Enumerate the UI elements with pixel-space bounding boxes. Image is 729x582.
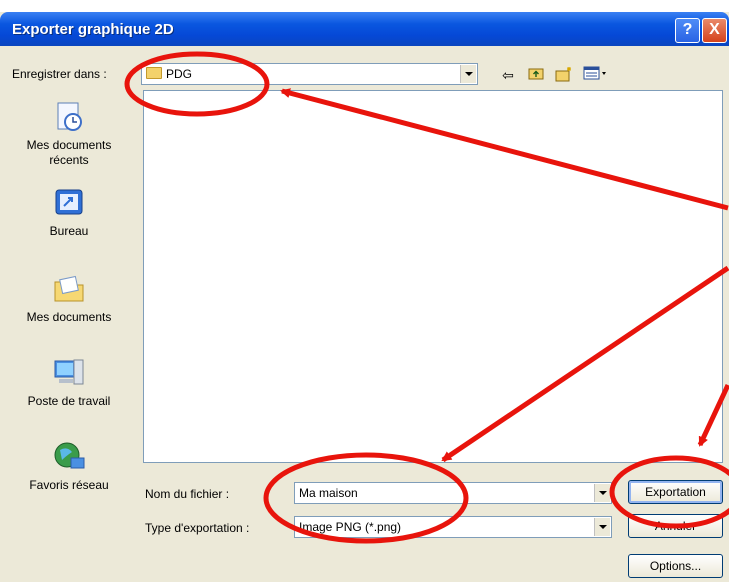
- place-recent-documents[interactable]: Mes documents récents: [14, 100, 124, 168]
- desktop-icon: [52, 186, 86, 220]
- title-bar[interactable]: Exporter graphique 2D ? X: [0, 12, 729, 46]
- place-my-computer[interactable]: Poste de travail: [14, 356, 124, 409]
- export-type-value: Image PNG (*.png): [299, 520, 402, 534]
- help-button[interactable]: ?: [675, 18, 700, 43]
- places-bar: Mes documents récents Bureau Mes documen…: [14, 90, 134, 510]
- chevron-down-icon[interactable]: [594, 518, 610, 536]
- place-label: Mes documents: [26, 310, 112, 324]
- save-in-label: Enregistrer dans :: [12, 67, 107, 81]
- filename-value: Ma maison: [299, 486, 358, 500]
- view-menu-icon[interactable]: [582, 66, 610, 84]
- up-folder-icon[interactable]: [526, 66, 546, 84]
- export-type-label: Type d'exportation :: [145, 521, 250, 535]
- my-documents-icon: [52, 272, 86, 306]
- close-button[interactable]: X: [702, 18, 727, 43]
- export-dialog: Exporter graphique 2D ? X Enregistrer da…: [0, 0, 729, 582]
- chevron-down-icon[interactable]: [460, 65, 476, 83]
- new-folder-icon[interactable]: [554, 66, 574, 84]
- back-arrow-icon[interactable]: ⇦: [498, 66, 518, 84]
- recent-documents-icon: [52, 100, 86, 134]
- file-list[interactable]: [143, 90, 723, 463]
- chevron-down-icon[interactable]: [594, 484, 610, 502]
- filename-input[interactable]: Ma maison: [294, 482, 612, 504]
- place-label: Bureau: [49, 224, 89, 238]
- filename-label: Nom du fichier :: [145, 487, 230, 501]
- place-label: Mes documents récents: [26, 138, 112, 167]
- window-title: Exporter graphique 2D: [12, 21, 174, 38]
- filename-dropdown[interactable]: [593, 483, 611, 503]
- my-computer-icon: [52, 356, 86, 390]
- place-label: Poste de travail: [27, 394, 111, 408]
- cancel-button[interactable]: Annuler: [628, 514, 723, 538]
- save-in-dropdown[interactable]: PDG: [141, 63, 478, 85]
- folder-icon: [146, 67, 162, 79]
- place-my-documents[interactable]: Mes documents: [14, 272, 124, 325]
- background-strip: [0, 0, 729, 12]
- place-label: Favoris réseau: [29, 478, 109, 492]
- options-button[interactable]: Options...: [628, 554, 723, 578]
- place-network[interactable]: Favoris réseau: [14, 440, 124, 493]
- export-type-dropdown[interactable]: Image PNG (*.png): [294, 516, 612, 538]
- network-places-icon: [52, 440, 86, 474]
- export-button[interactable]: Exportation: [628, 480, 723, 504]
- place-desktop[interactable]: Bureau: [14, 186, 124, 239]
- save-in-value: PDG: [166, 67, 193, 81]
